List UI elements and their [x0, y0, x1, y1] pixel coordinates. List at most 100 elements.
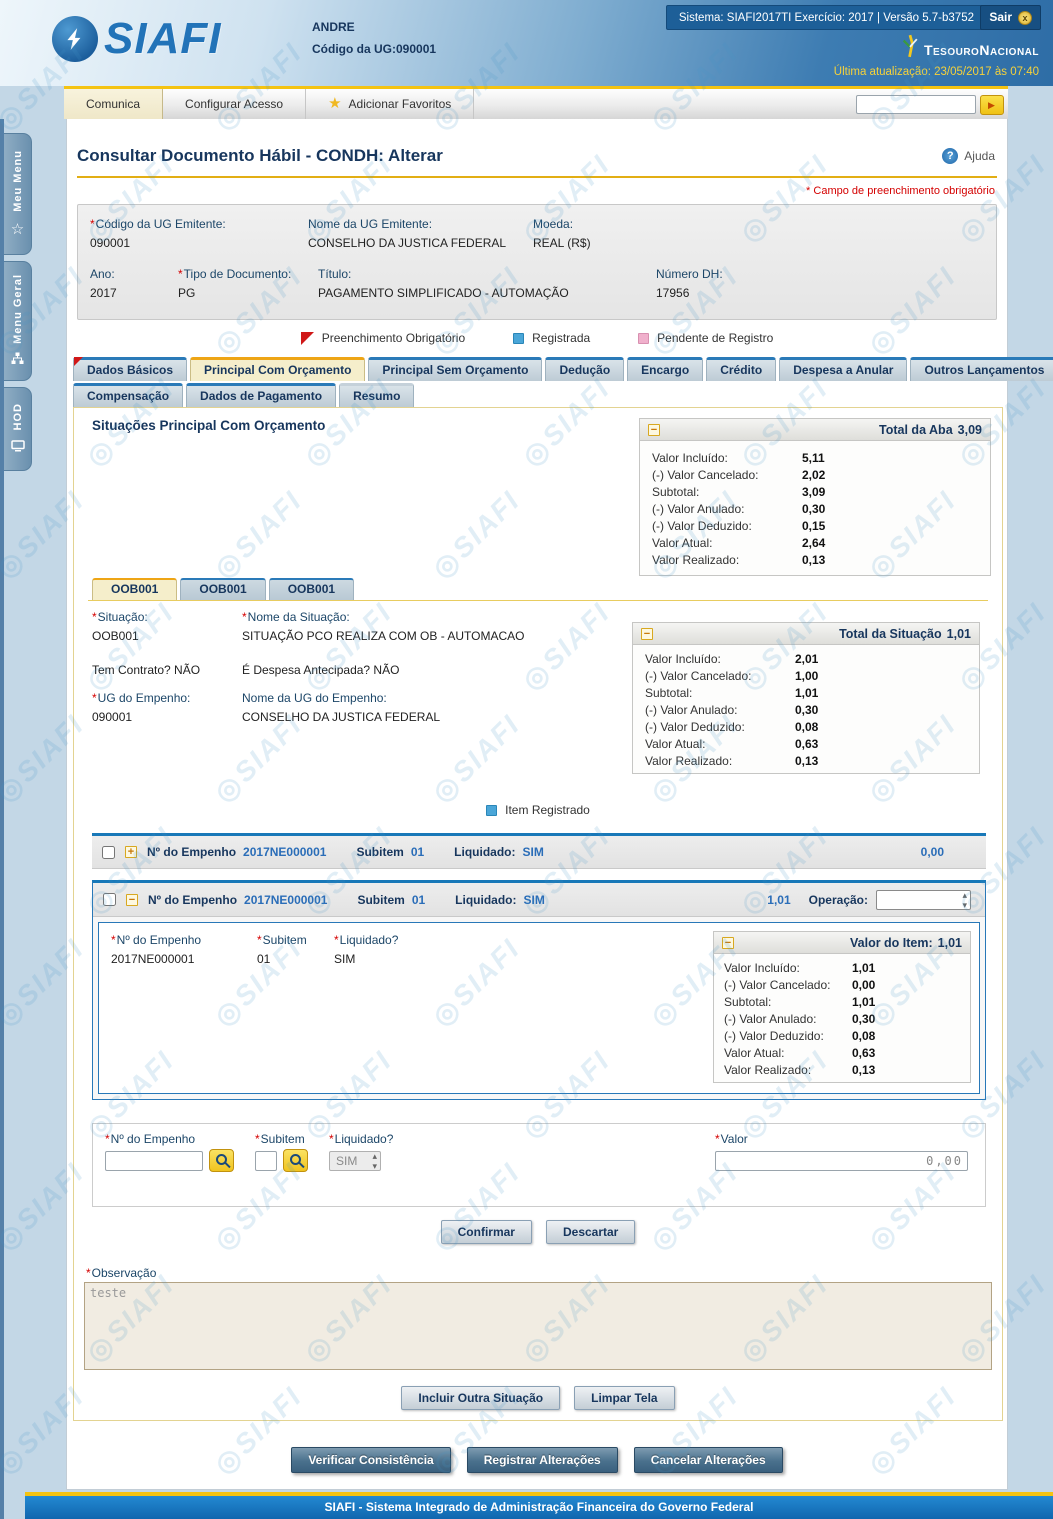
field-ano: Ano: 2017: [90, 267, 117, 300]
empenho-row-expanded: Nº do Empenho 2017NE000001 Subitem 01 Li…: [92, 880, 986, 1100]
tab-principal-com-orcamento[interactable]: Principal Com Orçamento: [190, 357, 365, 381]
registered-legend-icon: [513, 333, 524, 344]
tab-bar-row2: Compensação Dados de Pagamento Resumo: [73, 383, 414, 407]
total-aba-title: Total da Aba3,09: [879, 423, 982, 437]
required-legend-icon: [301, 332, 314, 345]
required-field-note: * Campo de preenchimento obrigatório: [806, 185, 995, 197]
status-legend: Preenchimento Obrigatório Registrada Pen…: [67, 331, 1007, 345]
tab-deducao[interactable]: Dedução: [545, 357, 624, 381]
search-go-button[interactable]: [980, 95, 1004, 115]
menubar: Comunica Configurar Acesso Adicionar Fav…: [64, 86, 1008, 119]
valor-input[interactable]: [715, 1151, 968, 1171]
total-situacao-panel: Total da Situação1,01 Valor Incluído:2,0…: [632, 622, 980, 774]
user-name: ANDRE: [312, 20, 436, 34]
app-header: SIAFI ANDRE Código da UG:090001 Sistema:…: [0, 0, 1053, 86]
logout-button[interactable]: Sair: [980, 5, 1041, 30]
cancelar-alteracoes-button[interactable]: Cancelar Alterações: [634, 1447, 783, 1473]
entry-buttons: Confirmar Descartar: [74, 1220, 1002, 1244]
entry-numero-label: *Nº do Empenho: [105, 1132, 195, 1151]
tab-credito[interactable]: Crédito: [706, 357, 776, 381]
subtab-oob001-1[interactable]: OOB001: [92, 578, 177, 600]
empenho-row-checkbox[interactable]: [103, 893, 116, 906]
total-aba-panel: Total da Aba3,09 Valor Incluído:5,11 (-)…: [639, 418, 991, 576]
siafi-logo: SIAFI: [52, 16, 221, 62]
field-nome-ug-emitente: Nome da UG Emitente: CONSELHO DA JUSTICA…: [308, 217, 506, 250]
operacao-select[interactable]: [876, 890, 971, 910]
siafi-logo-icon: [52, 16, 98, 62]
menu-configurar-acesso[interactable]: Configurar Acesso: [163, 89, 306, 119]
collapse-icon[interactable]: [641, 628, 653, 640]
sidebar-item-hod[interactable]: HOD: [4, 387, 32, 471]
star-icon: [328, 89, 341, 119]
system-info-bar: Sistema: SIAFI2017TI Exercício: 2017 | V…: [666, 5, 987, 30]
empenho-row-checkbox[interactable]: [102, 846, 115, 859]
field-nome-ug-empenho: Nome da UG do Empenho: CONSELHO DA JUSTI…: [242, 691, 440, 724]
tab-despesa-a-anular[interactable]: Despesa a Anular: [779, 357, 907, 381]
subtab-oob001-3[interactable]: OOB001: [269, 578, 354, 600]
close-icon: [1018, 11, 1032, 25]
siafi-logo-text: SIAFI: [104, 16, 221, 62]
tab-bar-row1: Dados Básicos Principal Com Orçamento Pr…: [73, 357, 1053, 381]
collapse-icon[interactable]: [648, 424, 660, 436]
verificar-consistencia-button[interactable]: Verificar Consistência: [291, 1447, 450, 1473]
user-ug: Código da UG:090001: [312, 42, 436, 56]
subitem-input[interactable]: [255, 1151, 277, 1171]
detail-numero-empenho: *Nº do Empenho 2017NE000001: [111, 933, 201, 966]
last-update-text: Última atualização: 23/05/2017 às 07:40: [834, 66, 1039, 78]
subitem-lookup-button[interactable]: [283, 1149, 308, 1172]
collapse-icon[interactable]: [126, 894, 138, 906]
tab-dados-basicos[interactable]: Dados Básicos: [73, 357, 187, 381]
siafi-app: SIAFI ANDRE Código da UG:090001 Sistema:…: [0, 0, 1053, 1519]
help-button[interactable]: Ajuda: [942, 148, 995, 164]
tesouro-nacional-text: TesouroNacional: [924, 42, 1039, 58]
expand-icon[interactable]: [125, 846, 137, 858]
principal-com-orcamento-panel: Situações Principal Com Orçamento Total …: [73, 407, 1003, 1421]
entry-liquidado-label: *Liquidado?: [329, 1132, 393, 1151]
menu-comunica[interactable]: Comunica: [64, 89, 163, 119]
tab-principal-sem-orcamento[interactable]: Principal Sem Orçamento: [368, 357, 542, 381]
liquidado-select[interactable]: SIM: [329, 1151, 381, 1171]
empenho-row-collapsed: Nº do Empenho 2017NE000001 Subitem 01 Li…: [92, 833, 986, 869]
monitor-icon: [11, 440, 25, 455]
field-ug-empenho: *UG do Empenho: 090001: [92, 691, 190, 724]
field-tipo-documento: *Tipo de Documento: PG: [178, 267, 291, 300]
observacao-textarea[interactable]: teste: [84, 1282, 992, 1370]
numero-lookup-button[interactable]: [209, 1149, 234, 1172]
section-heading: Situações Principal Com Orçamento: [92, 418, 325, 433]
tab-encargo[interactable]: Encargo: [627, 357, 703, 381]
situation-buttons: Incluir Outra Situação Limpar Tela: [74, 1386, 1002, 1410]
valor-item-title: Valor do Item:1,01: [850, 936, 962, 950]
tab-resumo[interactable]: Resumo: [339, 383, 414, 407]
sidebar-item-meu-menu[interactable]: Meu Menu: [4, 133, 32, 255]
collapse-icon[interactable]: [722, 937, 734, 949]
limpar-tela-button[interactable]: Limpar Tela: [574, 1386, 674, 1410]
entry-valor-label: *Valor: [715, 1132, 748, 1151]
torch-icon: [900, 34, 920, 58]
menu-adicionar-favoritos[interactable]: Adicionar Favoritos: [306, 89, 474, 119]
field-titulo: Título: PAGAMENTO SIMPLIFICADO - AUTOMAÇ…: [318, 267, 569, 300]
sidebar-item-menu-geral[interactable]: Menu Geral: [4, 261, 32, 381]
tesouro-nacional-logo: TesouroNacional: [900, 34, 1039, 58]
document-header-panel: *Código da UG Emitente: 090001 Nome da U…: [77, 204, 997, 320]
registrar-alteracoes-button[interactable]: Registrar Alterações: [467, 1447, 618, 1473]
org-chart-icon: [11, 352, 24, 368]
tab-compensacao[interactable]: Compensação: [73, 383, 183, 407]
star-icon: [11, 220, 24, 238]
footer-text: SIAFI - Sistema Integrado de Administraç…: [25, 1496, 1053, 1519]
logout-label: Sair: [989, 6, 1012, 29]
search-input[interactable]: [856, 95, 976, 114]
descartar-button[interactable]: Descartar: [546, 1220, 635, 1244]
numero-empenho-input[interactable]: [105, 1151, 203, 1171]
confirmar-button[interactable]: Confirmar: [441, 1220, 532, 1244]
tab-dados-de-pagamento[interactable]: Dados de Pagamento: [186, 383, 336, 407]
field-codigo-ug-emitente: *Código da UG Emitente: 090001: [90, 217, 226, 250]
detail-liquidado: *Liquidado? SIM: [334, 933, 398, 966]
field-tem-contrato: Tem Contrato? NÃO: [92, 663, 200, 677]
field-situacao: *Situação: OOB001: [92, 610, 148, 643]
field-moeda: Moeda: REAL (R$): [533, 217, 591, 250]
field-numero-dh: Número DH: 17956: [656, 267, 723, 300]
incluir-outra-situacao-button[interactable]: Incluir Outra Situação: [401, 1386, 560, 1410]
subtab-divider: [88, 600, 988, 601]
subtab-oob001-2[interactable]: OOB001: [180, 578, 265, 600]
tab-outros-lancamentos[interactable]: Outros Lançamentos: [910, 357, 1053, 381]
